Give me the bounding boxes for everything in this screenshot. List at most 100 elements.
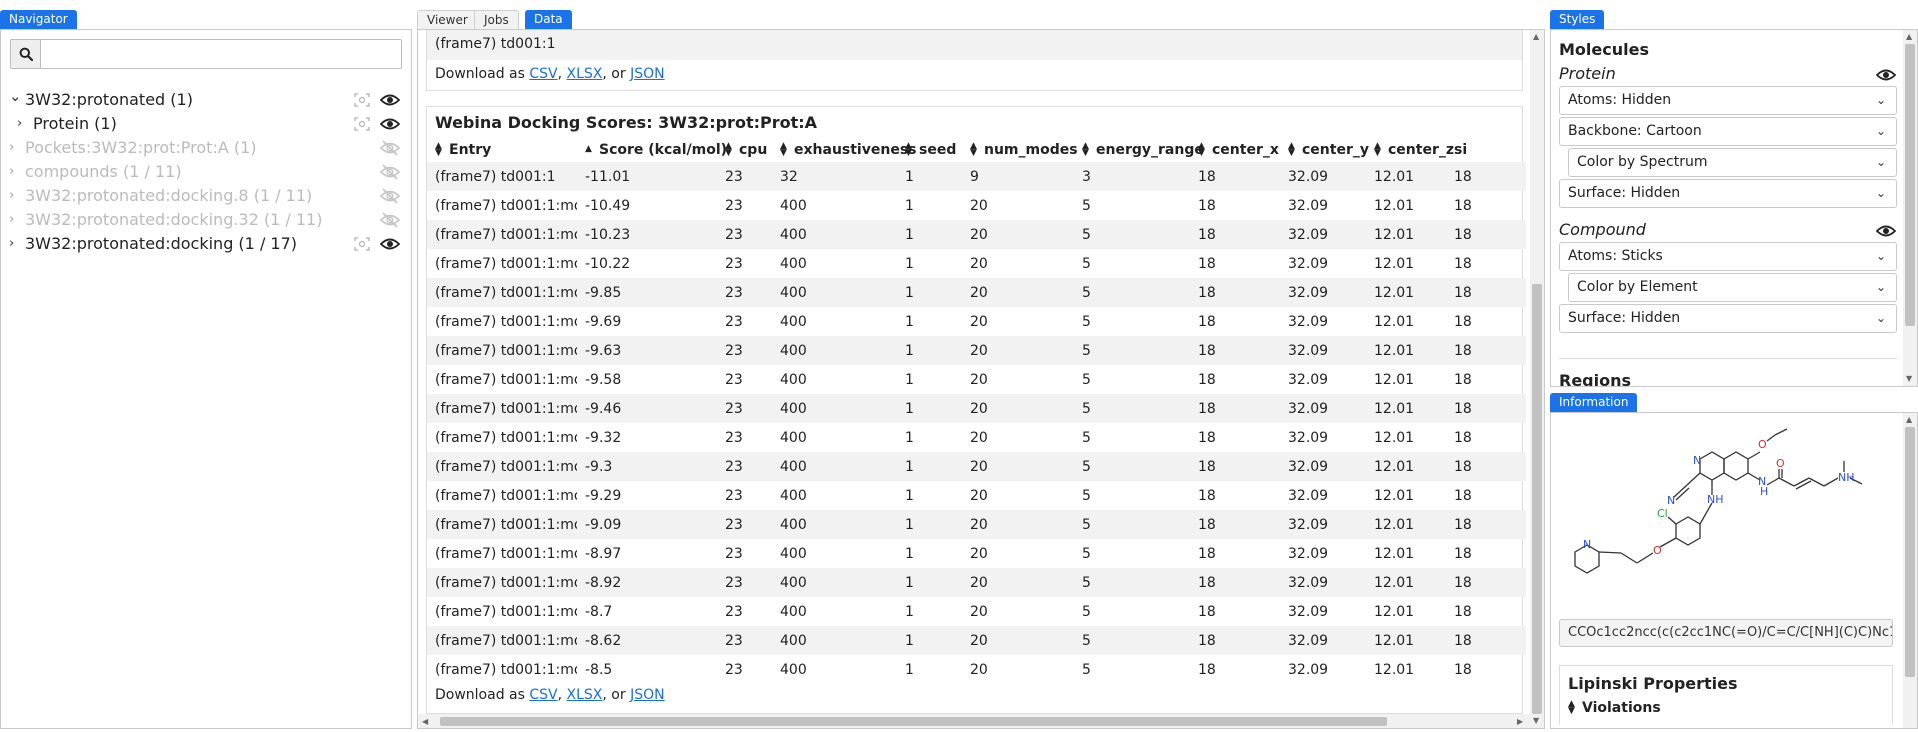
compound-surface-select[interactable]: Surface: Hidden ⌄ (1559, 304, 1897, 333)
scrollbar-thumb[interactable] (440, 717, 1387, 726)
protein-surface-select[interactable]: Surface: Hidden ⌄ (1559, 179, 1897, 208)
tab-viewer[interactable]: Viewer (417, 10, 478, 29)
column-header[interactable]: ▲ ▼ num_modes (962, 137, 1078, 162)
column-header[interactable]: ▲ Score (kcal/mol) (577, 137, 727, 162)
protein-backbone-select[interactable]: Backbone: Cartoon ⌄ (1559, 117, 1897, 146)
scroll-down-arrow[interactable]: ▼ (1906, 374, 1912, 383)
eye-icon[interactable] (1876, 67, 1896, 83)
violations-column-header[interactable]: ▲ ▼ Violations (1568, 700, 1661, 717)
tab-styles[interactable]: Styles (1550, 10, 1605, 29)
column-header[interactable]: ▲ ▼ seed (897, 137, 962, 162)
tab-data[interactable]: Data (525, 10, 572, 29)
vertical-scrollbar[interactable]: ▲ ▼ (1903, 30, 1917, 386)
table-row[interactable]: (frame7) td001:1:model12-9.0923400120518… (427, 510, 1526, 539)
table-row[interactable]: (frame7) td001:1:model13 -8.97 23 400 1 20 5 18… (427, 539, 1526, 568)
download-csv-link[interactable]: CSV (529, 687, 557, 703)
table-row[interactable]: (frame7) td001:1:model4-9.85234001205183… (427, 278, 1526, 307)
navigator-search-input[interactable] (42, 40, 400, 68)
scroll-right-arrow[interactable]: ▶ (1517, 717, 1523, 726)
tree-item[interactable]: ⌄ 3W32:protonated (1) (1, 87, 411, 112)
table-row[interactable]: (frame7) td001:1:model14-8.9223400120518… (427, 568, 1526, 597)
tree-item[interactable]: › Protein (1) (1, 112, 411, 136)
table-row[interactable]: (frame7) td001:1:model17 -8.5 23 400 1 20 5 18 3… (427, 655, 1526, 684)
table-row[interactable]: (frame7) td001:1:model11 -9.29 23 400 1 20 5 18… (427, 481, 1526, 510)
vertical-scrollbar[interactable]: ▲ ▼ (1530, 30, 1544, 728)
table-row[interactable]: (frame7) td001:1:model10-9.3234001205183… (427, 452, 1526, 481)
eye-slash-icon[interactable] (380, 164, 400, 180)
eye-icon[interactable] (380, 236, 400, 252)
eye-icon[interactable] (380, 92, 400, 108)
protein-atoms-select[interactable]: Atoms: Hidden ⌄ (1559, 86, 1897, 115)
scrollbar-thumb[interactable] (1905, 44, 1915, 326)
tree-item[interactable]: › 3W32:protonated:docking.8 (1 / 11) (1, 184, 411, 208)
table-row[interactable]: (frame7) td001:1:model1 -10.49 23 400 1 20 5 18… (427, 191, 1526, 220)
table-row[interactable]: (frame7) td001:1:model6-9.63234001205183… (427, 336, 1526, 365)
download-separator: , (557, 687, 567, 703)
table-row[interactable]: (frame7) td001:1:model9 -9.32 23 400 1 20 5 18 3… (427, 423, 1526, 452)
table-row[interactable]: (frame7) td001:1 -11.01 23 32 1 9 3 18 32.09 12.0… (427, 162, 1526, 191)
tree-item[interactable]: › 3W32:protonated:docking.32 (1 / 11) (1, 208, 411, 232)
focus-icon[interactable] (354, 117, 370, 131)
chevron-right-icon[interactable]: › (9, 208, 14, 232)
scrollbar-thumb[interactable] (1532, 284, 1542, 714)
download-xlsx-link[interactable]: XLSX (567, 66, 603, 82)
scrollbar-thumb[interactable] (1905, 427, 1915, 677)
download-json-link[interactable]: JSON (630, 66, 665, 82)
column-header[interactable]: ▲ ▼ exhaustiveness (772, 137, 916, 162)
table-row[interactable]: (frame7) td001:1:model7 -9.58 23 400 1 20 5 18 3… (427, 365, 1526, 394)
download-xlsx-link[interactable]: XLSX (567, 687, 603, 703)
column-header[interactable]: ▲ ▼ center_y (1280, 137, 1369, 162)
table-row[interactable]: (frame7) td001:1:model5 -9.69 23 400 1 20 5 18 3… (427, 307, 1526, 336)
scroll-up-arrow[interactable]: ▲ (1906, 32, 1912, 41)
scroll-up-arrow[interactable]: ▲ (1533, 32, 1539, 41)
download-csv-link[interactable]: CSV (529, 66, 557, 82)
eye-slash-icon[interactable] (380, 140, 400, 156)
table-cell: 12.01 (1374, 429, 1415, 446)
table-row[interactable]: (frame7) td001:1:model8-9.46234001205183… (427, 394, 1526, 423)
focus-icon[interactable] (354, 237, 370, 251)
chevron-right-icon[interactable]: › (9, 232, 14, 256)
vertical-scrollbar[interactable]: ▲ (1903, 413, 1917, 728)
scroll-left-arrow[interactable]: ◀ (422, 717, 428, 726)
chevron-right-icon[interactable]: › (17, 112, 22, 136)
horizontal-scrollbar[interactable]: ◀ ▶ (418, 714, 1530, 728)
eye-icon[interactable] (380, 116, 400, 132)
column-header[interactable]: ▲ ▼ energy_range (1074, 137, 1204, 162)
eye-slash-icon[interactable] (380, 188, 400, 204)
chevron-down-icon[interactable]: ⌄ (9, 84, 22, 108)
column-header[interactable]: ▲ ▼ center_z (1366, 137, 1454, 162)
chevron-right-icon[interactable]: › (9, 184, 14, 208)
tab-information[interactable]: Information (1550, 393, 1638, 412)
table-cell: (frame7) td001:1:model8 (427, 394, 577, 423)
compound-atoms-select[interactable]: Atoms: Sticks ⌄ (1559, 242, 1897, 271)
scroll-up-arrow[interactable]: ▲ (1906, 415, 1912, 424)
column-header[interactable]: ▲ ▼ Entry (427, 137, 577, 162)
eye-slash-icon[interactable] (380, 212, 400, 228)
scroll-down-arrow[interactable]: ▼ (1533, 716, 1539, 725)
tab-navigator[interactable]: Navigator (0, 10, 77, 29)
smiles-field[interactable]: CCOc1cc2ncc(c(c2cc1NC(=O)/C=C/C[NH](C)C)… (1559, 619, 1893, 647)
chevron-right-icon[interactable]: › (9, 136, 14, 160)
column-header[interactable]: ▲▼si (1446, 137, 1526, 162)
focus-icon[interactable] (354, 93, 370, 107)
table-row[interactable]: (frame7) td001:1:model15 -8.7 23 400 1 20 5 18 3… (427, 597, 1526, 626)
tab-jobs[interactable]: Jobs (474, 10, 519, 29)
table-cell: -9.29 (585, 487, 622, 504)
table-row[interactable]: (frame7) td001:1:model3 -10.22 23 400 1 20 5 18… (427, 249, 1526, 278)
chevron-right-icon[interactable]: › (9, 160, 14, 184)
protein-color-select[interactable]: Color by Spectrum ⌄ (1568, 148, 1897, 177)
eye-icon[interactable] (1876, 223, 1896, 239)
tree-item[interactable]: › compounds (1 / 11) (1, 160, 411, 184)
table-cell: 32.09 (1280, 626, 1366, 655)
table-row[interactable]: (frame7) td001:1:model16-8.6223400120518… (427, 626, 1526, 655)
table-row[interactable]: (frame7) td001:1:model2-10.2323400120518… (427, 220, 1526, 249)
table-cell: 20 (970, 661, 988, 678)
column-header[interactable]: ▲ ▼ cpu (717, 137, 772, 162)
compound-color-select[interactable]: Color by Element ⌄ (1568, 273, 1897, 302)
tree-item[interactable]: › 3W32:protonated:docking (1 / 17) (1, 232, 411, 256)
download-json-link[interactable]: JSON (630, 687, 665, 703)
table-cell: 20 (970, 371, 988, 388)
search-icon[interactable] (11, 40, 41, 68)
column-header[interactable]: ▲ ▼ center_x (1190, 137, 1280, 162)
tree-item[interactable]: › Pockets:3W32:prot:Prot:A (1) (1, 136, 411, 160)
